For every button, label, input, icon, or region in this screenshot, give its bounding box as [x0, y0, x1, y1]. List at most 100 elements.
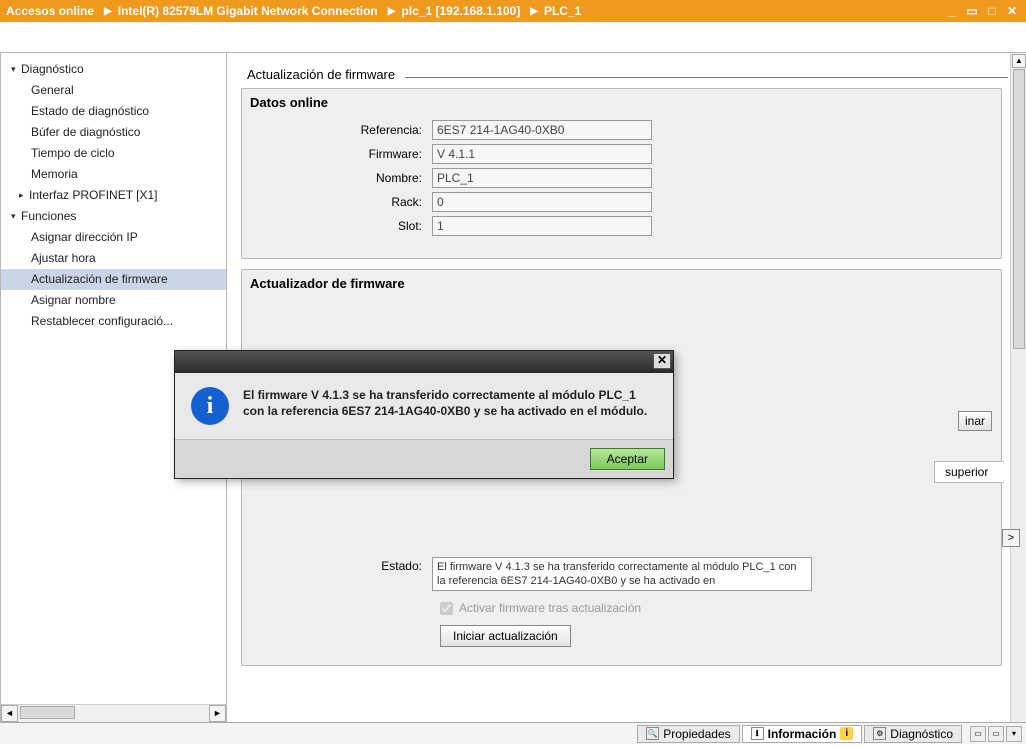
tree-label: Restablecer configuració...: [31, 313, 173, 330]
caret-right-icon[interactable]: ▸: [19, 187, 29, 204]
label-estado: Estado:: [242, 557, 432, 573]
tab-propiedades[interactable]: 🔍 Propiedades: [637, 725, 739, 743]
label-nombre: Nombre:: [242, 171, 432, 185]
breadcrumb-item[interactable]: Intel(R) 82579LM Gigabit Network Connect…: [118, 4, 378, 18]
tree-node-funciones[interactable]: ▾ Funciones: [1, 206, 226, 227]
section-title-text: Actualización de firmware: [247, 67, 395, 82]
tree-node-asignar-ip[interactable]: Asignar dirección IP: [1, 227, 226, 248]
tree-label: Asignar nombre: [31, 292, 116, 309]
warning-badge-icon: i: [840, 727, 853, 740]
tree-label: Ajustar hora: [31, 250, 96, 267]
tree-label: Actualización de firmware: [31, 271, 168, 288]
row-rack: Rack:: [242, 192, 1001, 212]
iniciar-actualizacion-button[interactable]: Iniciar actualización: [440, 625, 571, 647]
scroll-right-button[interactable]: ►: [209, 705, 226, 722]
tree-node-bufer[interactable]: Búfer de diagnóstico: [1, 122, 226, 143]
panel-title: Datos online: [242, 89, 1001, 116]
dialog-footer: Aceptar: [175, 439, 673, 478]
section-title: Actualización de firmware: [247, 67, 1008, 82]
tree-node-asignar-nombre[interactable]: Asignar nombre: [1, 290, 226, 311]
tree-label: Interfaz PROFINET [X1]: [29, 187, 157, 204]
input-nombre[interactable]: [432, 168, 652, 188]
caret-down-icon[interactable]: ▾: [11, 208, 21, 225]
scroll-thumb[interactable]: [20, 706, 75, 719]
checkbox-activar-firmware[interactable]: [440, 602, 453, 615]
info-dialog: ✕ i El firmware V 4.1.3 se ha transferid…: [174, 350, 674, 479]
tool-button[interactable]: ▭: [970, 726, 986, 742]
accept-button[interactable]: Aceptar: [590, 448, 665, 470]
tree-node-ajustar-hora[interactable]: Ajustar hora: [1, 248, 226, 269]
breadcrumb-sep: ▶: [388, 6, 396, 17]
breadcrumb-item[interactable]: plc_1 [192.168.1.100]: [401, 4, 520, 18]
row-activar-checkbox: Activar firmware tras actualización: [440, 601, 1001, 615]
tab-informacion[interactable]: ℹ Información i: [742, 725, 863, 743]
scroll-thumb[interactable]: [1013, 69, 1025, 349]
tree-label: Tiempo de ciclo: [31, 145, 115, 162]
dialog-close-button[interactable]: ✕: [653, 353, 671, 369]
breadcrumb-sep: ▶: [104, 6, 112, 17]
panel-datos-online: Datos online Referencia: Firmware: Nombr…: [241, 88, 1002, 259]
panel-title: Actualizador de firmware: [242, 270, 1001, 297]
row-estado: Estado: El firmware V 4.1.3 se ha transf…: [242, 557, 1001, 591]
tree-node-diagnostico[interactable]: ▾ Diagnóstico: [1, 59, 226, 80]
bottom-tool-buttons: ▭ ▭ ▾: [970, 726, 1022, 742]
maximize-icon[interactable]: □: [984, 4, 1000, 18]
scroll-track[interactable]: [18, 705, 209, 722]
diagnostic-icon: ⚙: [873, 727, 886, 740]
tree-node-memoria[interactable]: Memoria: [1, 164, 226, 185]
caret-down-icon[interactable]: ▾: [11, 61, 21, 78]
row-slot: Slot:: [242, 216, 1001, 236]
info-icon: i: [191, 387, 229, 425]
window-controls: _ ▭ □ ✕: [944, 4, 1026, 18]
dialog-body: i El firmware V 4.1.3 se ha transferido …: [175, 373, 673, 439]
tree-label: Asignar dirección IP: [31, 229, 138, 246]
tool-button[interactable]: ▭: [988, 726, 1004, 742]
scroll-up-button[interactable]: ▲: [1012, 54, 1026, 68]
scroll-left-button[interactable]: ◄: [1, 705, 18, 722]
info-icon: ℹ: [751, 727, 764, 740]
row-firmware: Firmware:: [242, 144, 1001, 164]
tree-label: Funciones: [21, 208, 76, 225]
window-titlebar: Accesos online ▶ Intel(R) 82579LM Gigabi…: [0, 0, 1026, 22]
input-firmware[interactable]: [432, 144, 652, 164]
tree-label: General: [31, 82, 74, 99]
tree-node-restablecer[interactable]: Restablecer configuració...: [1, 311, 226, 332]
dialog-titlebar[interactable]: ✕: [175, 351, 673, 373]
dropdown-icon[interactable]: ▾: [1006, 726, 1022, 742]
breadcrumb-item[interactable]: PLC_1: [544, 4, 581, 18]
tree-label: Diagnóstico: [21, 61, 84, 78]
input-rack[interactable]: [432, 192, 652, 212]
tree-node-actualizacion-firmware[interactable]: Actualización de firmware: [1, 269, 226, 290]
scroll-right-button[interactable]: >: [1002, 529, 1020, 547]
tree-node-general[interactable]: General: [1, 80, 226, 101]
tree-node-profinet[interactable]: ▸ Interfaz PROFINET [X1]: [1, 185, 226, 206]
restore-icon[interactable]: ▭: [964, 4, 980, 18]
checkbox-label: Activar firmware tras actualización: [459, 601, 641, 615]
content-vscrollbar[interactable]: ▲: [1010, 53, 1026, 722]
tab-label: Información: [768, 727, 837, 741]
tree-node-estado[interactable]: Estado de diagnóstico: [1, 101, 226, 122]
label-rack: Rack:: [242, 195, 432, 209]
breadcrumb-sep: ▶: [530, 6, 538, 17]
input-referencia[interactable]: [432, 120, 652, 140]
label-firmware: Firmware:: [242, 147, 432, 161]
label-slot: Slot:: [242, 219, 432, 233]
examinar-button-partial[interactable]: inar: [958, 411, 992, 431]
minimize-icon[interactable]: _: [944, 4, 960, 18]
status-bar: 🔍 Propiedades ℹ Información i ⚙ Diagnóst…: [0, 722, 1026, 744]
tree-label: Estado de diagnóstico: [31, 103, 149, 120]
label-referencia: Referencia:: [242, 123, 432, 137]
tree-label: Memoria: [31, 166, 78, 183]
tree-node-ciclo[interactable]: Tiempo de ciclo: [1, 143, 226, 164]
properties-icon: 🔍: [646, 727, 659, 740]
row-referencia: Referencia:: [242, 120, 1001, 140]
sidebar-hscrollbar[interactable]: ◄ ►: [1, 704, 226, 721]
tree-label: Búfer de diagnóstico: [31, 124, 140, 141]
dialog-message: El firmware V 4.1.3 se ha transferido co…: [243, 387, 657, 425]
status-textbox: El firmware V 4.1.3 se ha transferido co…: [432, 557, 812, 591]
input-slot[interactable]: [432, 216, 652, 236]
tab-diagnostico[interactable]: ⚙ Diagnóstico: [864, 725, 962, 743]
breadcrumb-item[interactable]: Accesos online: [6, 4, 94, 18]
close-icon[interactable]: ✕: [1004, 4, 1020, 18]
tab-label: Propiedades: [663, 727, 730, 741]
